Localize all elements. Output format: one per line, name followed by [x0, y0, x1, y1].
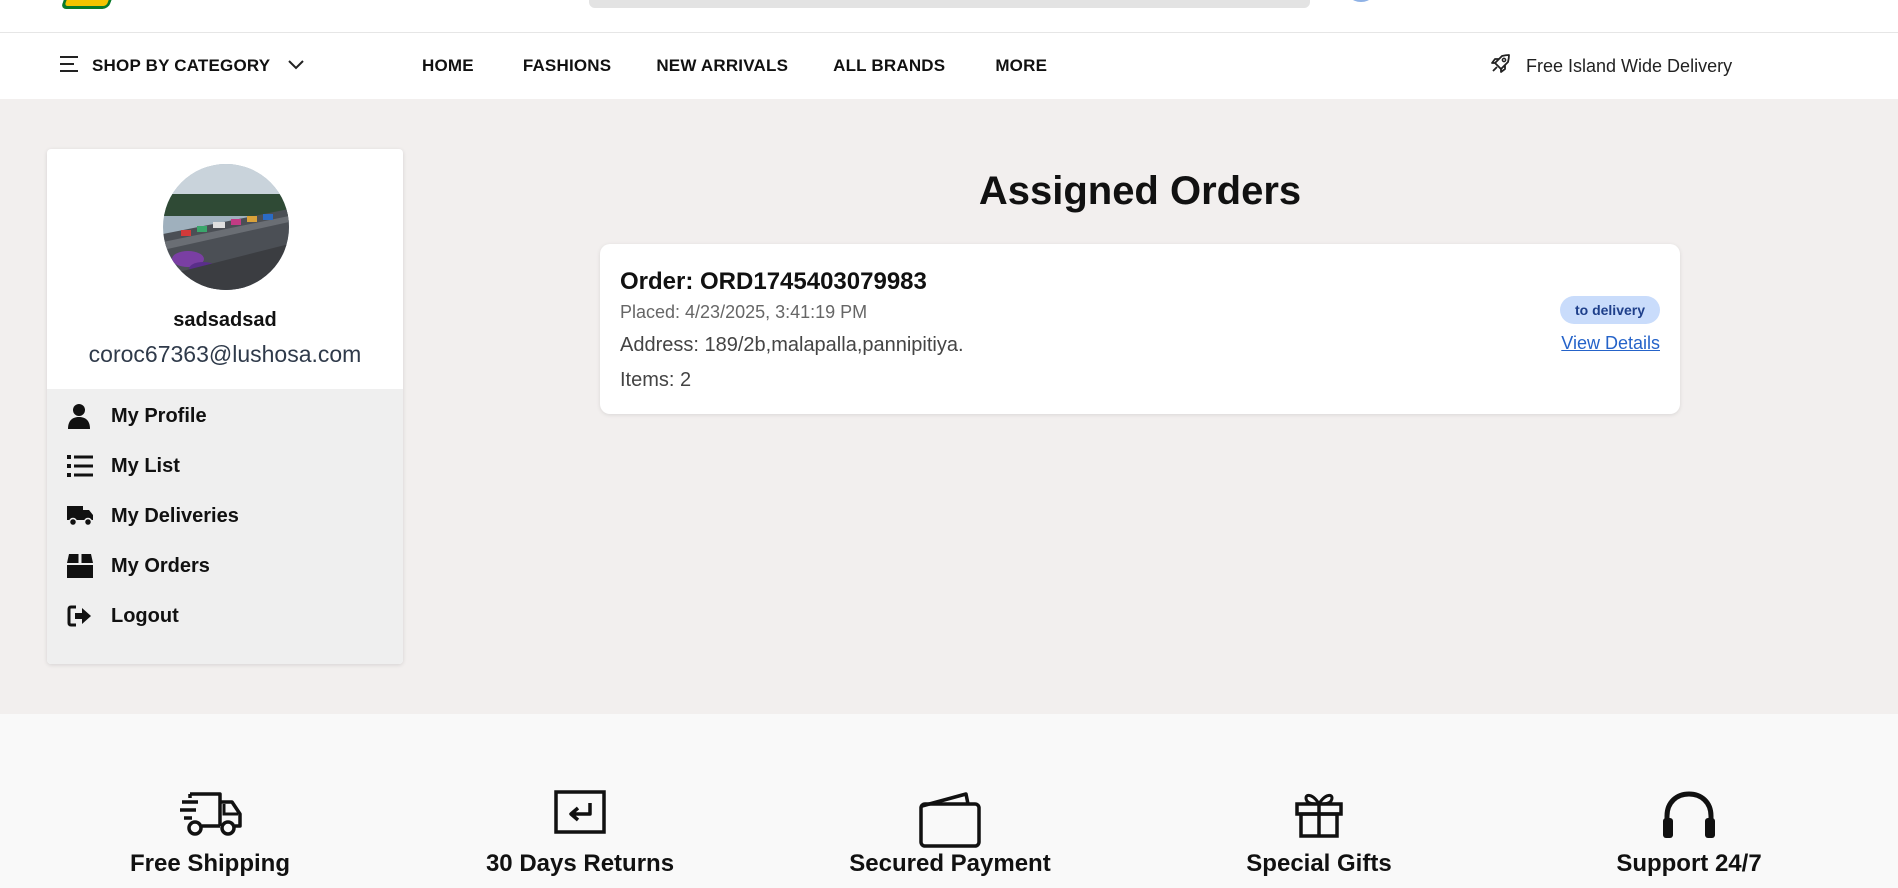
- delivery-note-text: Free Island Wide Delivery: [1526, 55, 1733, 76]
- menu-item-label: My Deliveries: [111, 504, 239, 527]
- feature-label: Free Shipping: [129, 850, 290, 877]
- list-icon: [67, 455, 105, 477]
- account-menu: My Profile My List My Deliveries My Orde…: [47, 389, 403, 664]
- headset-icon: [1559, 790, 1819, 850]
- menu-item-label: Logout: [111, 604, 179, 627]
- account-main: sadsadsad coroc67363@lushosa.com My Prof…: [0, 99, 1898, 714]
- profile-email: coroc67363@lushosa.com: [88, 341, 362, 367]
- feature-label: Special Gifts: [1246, 850, 1392, 877]
- menu-item-label: My Profile: [111, 404, 207, 427]
- gift-icon: [1189, 790, 1449, 850]
- logout-icon: [67, 605, 105, 627]
- avatar[interactable]: [163, 164, 289, 290]
- box-icon: [67, 554, 105, 578]
- delivery-note: Free Island Wide Delivery: [1488, 33, 1732, 99]
- wallet-icon: [820, 790, 1080, 850]
- menu-item-my-orders[interactable]: My Orders: [47, 541, 403, 591]
- avatar-photo: [163, 164, 289, 290]
- menu-item-label: My List: [111, 454, 180, 477]
- shop-by-category-button[interactable]: SHOP BY CATEGORY: [60, 33, 304, 99]
- menu-icon: [60, 55, 80, 78]
- store-logo-icon[interactable]: [60, 0, 112, 9]
- feature-label: 30 Days Returns: [485, 850, 675, 877]
- status-badge: to delivery: [1559, 296, 1660, 324]
- order-placed-date: Placed: 4/23/2025, 3:41:19 PM: [620, 302, 868, 322]
- rocket-icon: [1488, 52, 1512, 81]
- menu-item-my-list[interactable]: My List: [47, 441, 403, 491]
- search-bar[interactable]: [589, 0, 1310, 8]
- nav-home[interactable]: HOME: [422, 56, 474, 76]
- order-id: Order: ORD1745403079983: [620, 268, 927, 295]
- page-title: Assigned Orders: [978, 169, 1302, 213]
- nav-fashions[interactable]: FASHIONS: [523, 56, 612, 76]
- account-icon[interactable]: [1344, 0, 1378, 2]
- nav-links: HOME FASHIONS NEW ARRIVALS ALL BRANDS MO…: [422, 33, 1047, 99]
- top-header: [0, 0, 1898, 33]
- menu-item-label: My Orders: [111, 554, 210, 577]
- menu-item-logout[interactable]: Logout: [47, 591, 403, 641]
- nav-new-arrivals[interactable]: NEW ARRIVALS: [656, 56, 788, 76]
- chevron-down-icon: [288, 57, 304, 75]
- menu-item-my-profile[interactable]: My Profile: [47, 391, 403, 441]
- main-nav: SHOP BY CATEGORY HOME FASHIONS NEW ARRIV…: [0, 33, 1898, 99]
- truck-icon: [67, 505, 105, 527]
- menu-item-my-deliveries[interactable]: My Deliveries: [47, 491, 403, 541]
- order-card: Order: ORD1745403079983 Placed: 4/23/202…: [600, 244, 1680, 414]
- order-address: Address: 189/2b,malapalla,pannipitiya.: [620, 334, 964, 356]
- view-details-link[interactable]: View Details: [1561, 333, 1660, 354]
- return-icon: [450, 790, 710, 850]
- shop-by-category-label: SHOP BY CATEGORY: [92, 56, 271, 75]
- user-icon: [67, 403, 105, 429]
- profile-card: sadsadsad coroc67363@lushosa.com My Prof…: [47, 149, 403, 664]
- shipping-truck-icon: [80, 790, 340, 850]
- profile-username: sadsadsad: [173, 309, 277, 331]
- features-strip: Free Shipping 30 Days Returns Secured Pa…: [0, 714, 1898, 888]
- feature-label: Support 24/7: [1616, 850, 1762, 877]
- order-items-count: Items: 2: [620, 369, 692, 391]
- feature-label: Secured Payment: [849, 850, 1051, 877]
- nav-all-brands[interactable]: ALL BRANDS: [833, 56, 945, 76]
- nav-more[interactable]: MORE: [995, 56, 1047, 76]
